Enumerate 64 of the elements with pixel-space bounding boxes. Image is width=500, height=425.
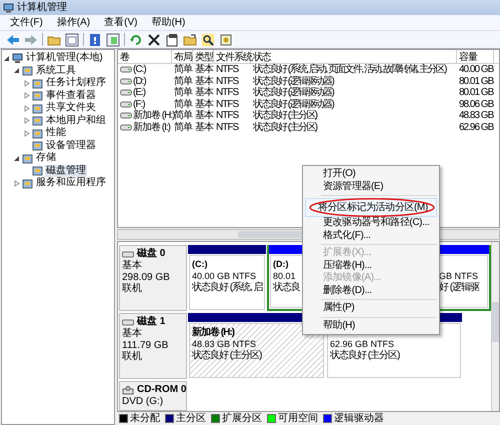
- table-cell: 62.96 GB: [459, 122, 494, 133]
- disk-detail: DVD (G:): [122, 396, 164, 407]
- table-cell: 80.01 GB: [459, 87, 494, 98]
- partition-text: 状态良好 (主分区): [192, 350, 262, 361]
- disk-detail: 基本: [122, 328, 142, 339]
- partition-text: 80.01: [273, 270, 296, 280]
- table-cell: 状态良好 (系统, 启动, 页面文件, 活动, 故障转储, 主分区): [253, 64, 446, 76]
- partition-text: (C:): [192, 259, 208, 269]
- table-cell: 基本: [195, 98, 213, 110]
- partition-text: 48.83 GB NTFS: [192, 338, 256, 348]
- table-cell: 基本: [195, 64, 213, 76]
- table-cell: (E:): [133, 87, 146, 98]
- table-cell: 基本: [195, 110, 213, 122]
- table-cell: 状态良好 (主分区): [253, 110, 316, 122]
- disk-name: CD-ROM 0: [137, 384, 186, 396]
- table-cell: 简单: [174, 110, 192, 122]
- table-cell: (F:): [133, 98, 145, 110]
- window-title: 计算机管理: [17, 2, 67, 14]
- partition-text: (D:): [273, 259, 288, 269]
- partition-text: 状态良: [273, 282, 300, 293]
- legend-label: 未分配: [130, 413, 160, 424]
- table-cell: 状态良好 (主分区): [253, 122, 316, 133]
- table-cell: 基本: [195, 122, 213, 133]
- table-cell: 状态良好 (逻辑驱动器): [253, 98, 334, 110]
- table-cell: 新加卷 (I:): [133, 122, 170, 133]
- table-cell: 48.83 GB: [459, 110, 494, 122]
- disk-name: 磁盘 1: [137, 316, 166, 328]
- table-cell: NTFS: [216, 64, 238, 76]
- table-cell: 基本: [195, 76, 213, 87]
- partition-text: 40.00 GB NTFS: [192, 270, 256, 280]
- table-cell: 80.01 GB: [459, 76, 494, 87]
- table-cell: 状态良好 (逻辑驱动器): [253, 87, 334, 98]
- table-cell: 状态良好 (逻辑驱动器): [253, 76, 334, 87]
- table-cell: 新加卷 (H:): [133, 110, 174, 122]
- disk-detail: 基本: [122, 260, 142, 271]
- disk-detail: 联机: [122, 283, 142, 294]
- partition-text: 好 (逻辑驱: [439, 282, 480, 293]
- legend-label: 逻辑驱动器: [334, 413, 384, 424]
- table-cell: 40.00 GB: [459, 64, 494, 76]
- partition-text: 状态良好 (主分区): [330, 350, 400, 361]
- table-cell: 基本: [195, 87, 213, 98]
- disk-name: 磁盘 0: [137, 248, 166, 260]
- table-cell: NTFS: [216, 122, 238, 133]
- table-cell: 简单: [174, 76, 192, 87]
- partition-text: 状态良好 (系统, 启: [192, 282, 263, 293]
- partition-text: 新加卷 (H:): [192, 327, 234, 338]
- table-cell: 简单: [174, 122, 192, 133]
- table-cell: 简单: [174, 64, 192, 76]
- partition-text: 62.96 GB NTFS: [330, 338, 394, 348]
- disk-detail: 298.09 GB: [122, 272, 170, 282]
- disk-detail: 联机: [122, 351, 142, 362]
- table-cell: NTFS: [216, 98, 238, 110]
- table-cell: (C:): [133, 64, 146, 76]
- table-cell: (D:): [133, 76, 146, 87]
- legend-label: 扩展分区: [222, 413, 262, 424]
- table-cell: 简单: [174, 87, 192, 98]
- table-cell: 98.06 GB: [459, 98, 494, 110]
- legend-label: 主分区: [176, 413, 206, 424]
- table-cell: NTFS: [216, 110, 238, 122]
- table-cell: 简单: [174, 98, 192, 110]
- table-cell: NTFS: [216, 76, 238, 87]
- legend-label: 可用空间: [278, 413, 318, 424]
- table-cell: NTFS: [216, 87, 238, 98]
- disk-detail: 111.79 GB: [122, 340, 168, 350]
